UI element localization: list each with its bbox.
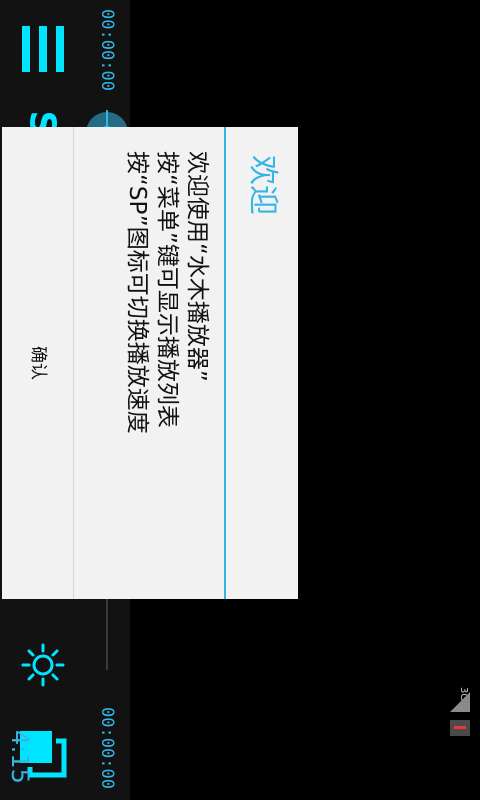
signal-icon <box>450 692 470 712</box>
menu-icon <box>21 26 64 72</box>
settings-button[interactable] <box>0 637 85 693</box>
dialog-message-line: 欢迎使用“水木播放器” <box>184 151 210 382</box>
status-clock: 4:15 <box>6 730 34 784</box>
welcome-dialog: 欢迎 欢迎使用“水木播放器” 按“菜单”键可显示播放列表 按“SP”图标可切换播… <box>2 127 298 599</box>
dialog-message-line: 按“菜单”键可显示播放列表 <box>154 151 180 428</box>
menu-button[interactable] <box>0 20 85 78</box>
battery-icon <box>450 720 470 736</box>
dialog-message-line: 按“SP”图标可切换播放速度 <box>124 151 150 434</box>
dialog-divider <box>224 127 226 599</box>
elapsed-time: 00:00:00 <box>97 9 117 91</box>
settings-icon <box>21 643 64 687</box>
dialog-message: 欢迎使用“水木播放器” 按“菜单”键可显示播放列表 按“SP”图标可切换播放速度 <box>122 151 212 581</box>
confirm-button[interactable]: 确认 <box>2 127 73 599</box>
status-bar: 3G <box>440 680 480 800</box>
dialog-button-divider <box>73 127 74 599</box>
dialog-title: 欢迎 <box>245 155 280 215</box>
duration-time: 00:00:00 <box>97 707 117 789</box>
